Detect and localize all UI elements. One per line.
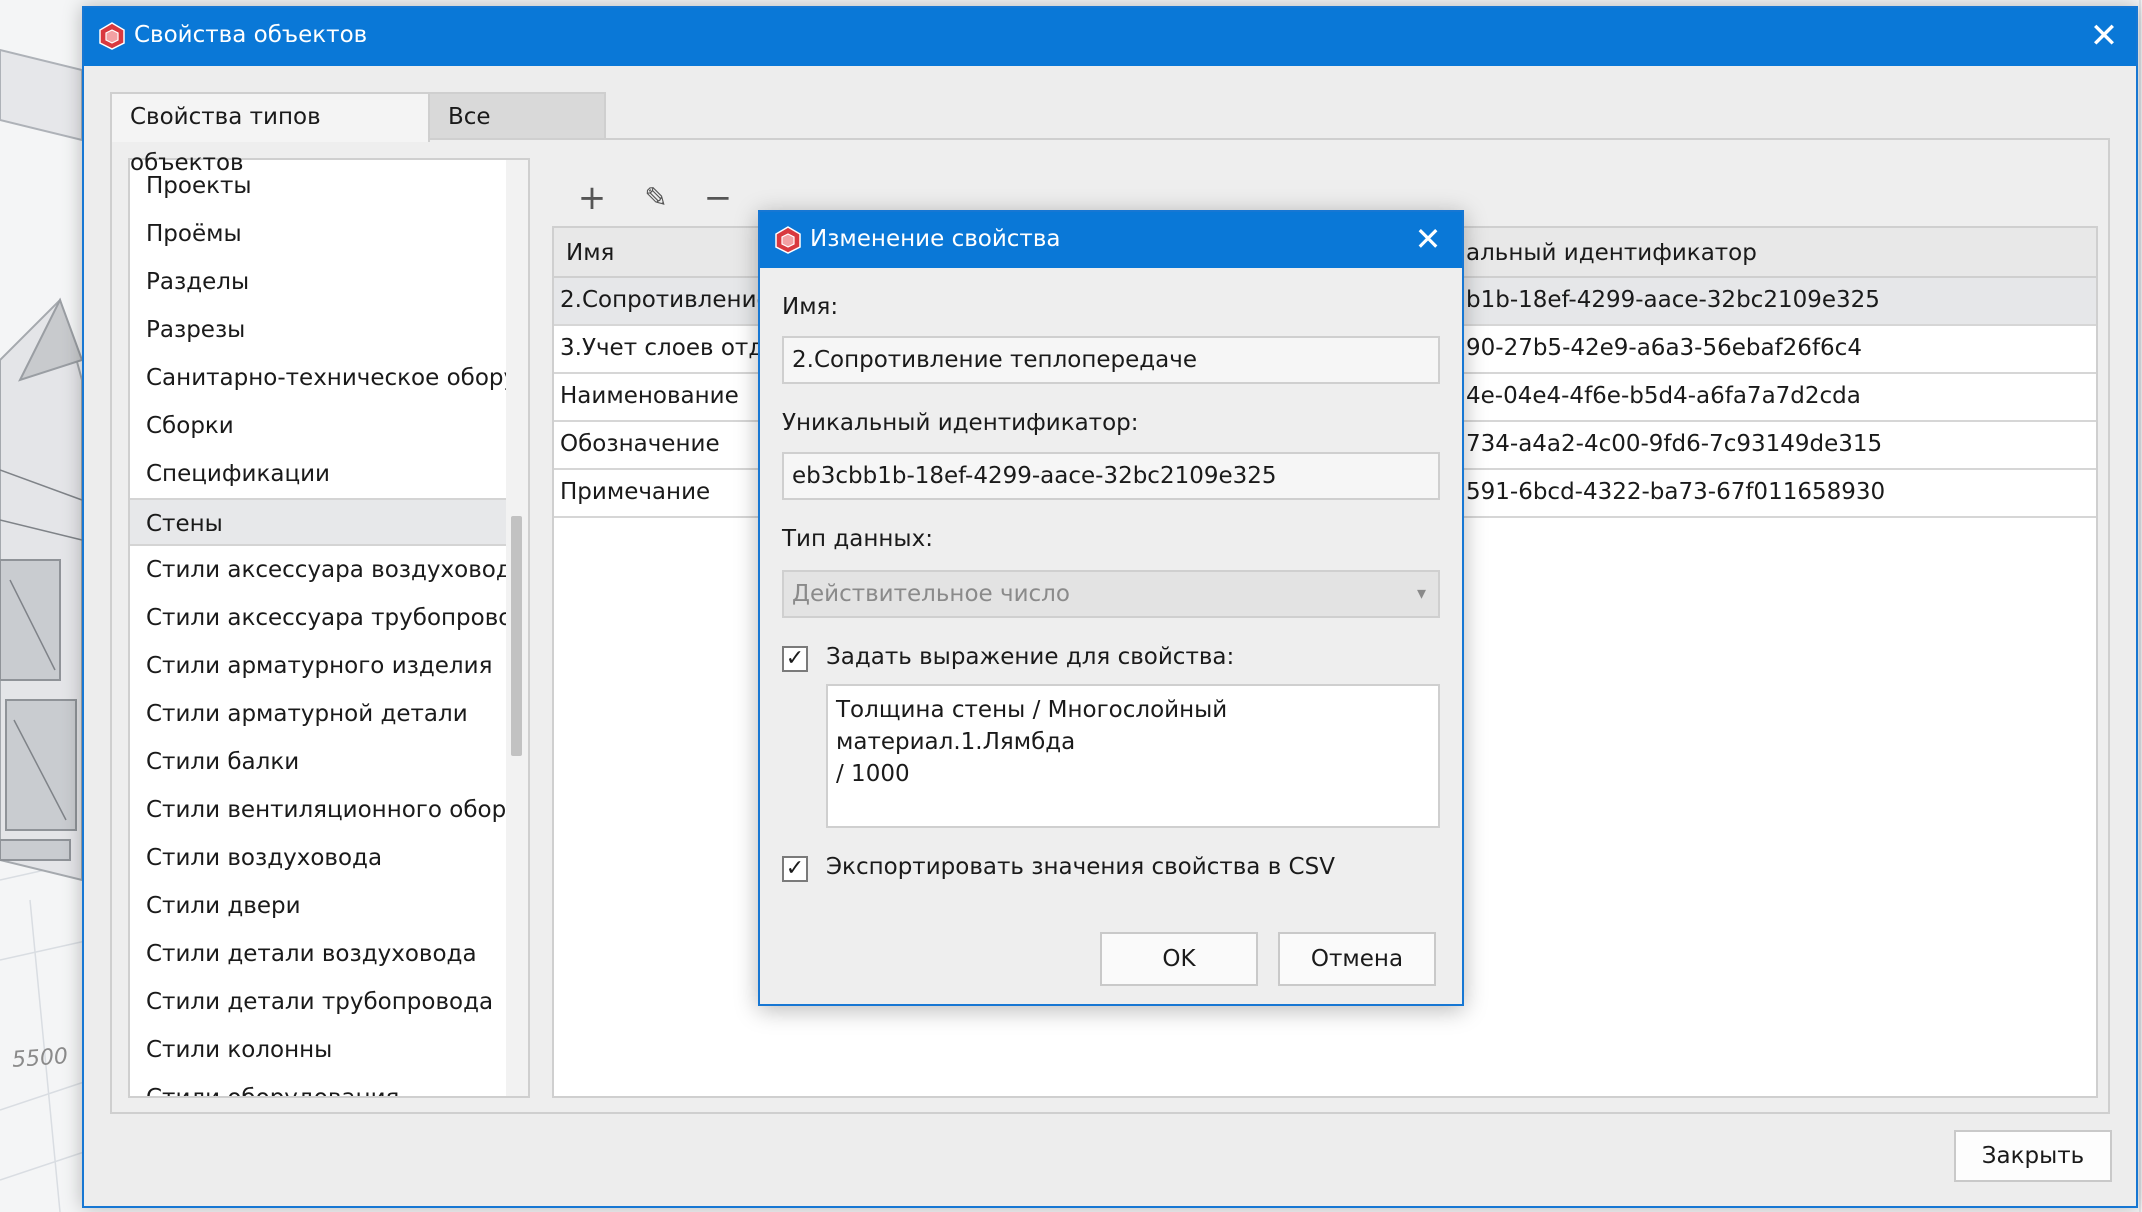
data-type-value: Действительное число — [792, 581, 1070, 607]
remove-property-icon[interactable]: − — [696, 176, 740, 220]
list-item[interactable]: Стили детали воздуховода — [130, 930, 506, 978]
dimension-label: 5500 — [11, 1044, 69, 1073]
column-header-id[interactable]: альный идентификатор — [1466, 240, 1757, 266]
ok-button[interactable]: OK — [1100, 932, 1258, 986]
list-item[interactable]: Разрезы — [130, 306, 506, 354]
list-item[interactable]: Стили воздуховода — [130, 834, 506, 882]
edit-property-icon[interactable]: ✎ — [634, 176, 678, 220]
tab-all-properties[interactable]: Все свойства — [428, 92, 606, 176]
sort-ascending-icon: ˆ — [682, 226, 691, 243]
expression-textarea[interactable]: Толщина стены / Многослойный материал.1.… — [826, 684, 1440, 828]
data-type-select[interactable]: Действительное число ▾ — [782, 570, 1440, 618]
list-item[interactable]: Стили двери — [130, 882, 506, 930]
expression-checkbox-label: Задать выражение для свойства: — [826, 644, 1235, 670]
export-csv-checkbox[interactable]: ✓ — [782, 856, 808, 882]
cell-name: 2.Сопротивление т — [560, 287, 792, 313]
app-logo-icon — [775, 226, 801, 254]
name-field[interactable]: 2.Сопротивление теплопередаче — [782, 336, 1440, 384]
cell-id: 591-6bcd-4322-ba73-67f011658930 — [1466, 479, 1886, 505]
list-item[interactable]: Спецификации — [130, 450, 506, 498]
export-csv-checkbox-label: Экспортировать значения свойства в CSV — [826, 854, 1335, 880]
list-item[interactable]: Стили балки — [130, 738, 506, 786]
data-type-label: Тип данных: — [782, 526, 933, 552]
cell-id: b1b-18ef-4299-aace-32bc2109e325 — [1466, 287, 1880, 313]
close-icon[interactable]: ✕ — [1402, 212, 1454, 268]
list-item[interactable]: Разделы — [130, 258, 506, 306]
list-item[interactable]: Стили оборудования — [130, 1074, 506, 1096]
list-item[interactable]: Проёмы — [130, 210, 506, 258]
list-item[interactable]: Стили вентиляционного оборудования — [130, 786, 506, 834]
main-window-title: Свойства объектов — [134, 22, 368, 48]
app-logo-icon — [99, 22, 125, 50]
name-label: Имя: — [782, 294, 839, 320]
cell-name: Обозначение — [560, 431, 720, 457]
tab-object-type-properties[interactable]: Свойства типов объектов — [110, 92, 430, 176]
list-item[interactable]: Стили арматурного изделия — [130, 642, 506, 690]
edit-property-dialog: Изменение свойства ✕ Имя: 2.Сопротивлени… — [758, 210, 1464, 1006]
column-header-name[interactable]: Имя — [566, 240, 614, 266]
chevron-down-icon: ▾ — [1416, 583, 1426, 604]
cell-id: 4e-04e4-4f6e-b5d4-a6fa7a7d2cda — [1466, 383, 1861, 409]
object-type-list: Проекты Проёмы Разделы Разрезы Санитарно… — [128, 158, 530, 1098]
dialog-titlebar: Изменение свойства ✕ — [760, 212, 1462, 268]
list-item[interactable]: Стили аксессуара воздуховода — [130, 546, 506, 594]
cell-name: Наименование — [560, 383, 739, 409]
id-field[interactable]: eb3cbb1b-18ef-4299-aace-32bc2109e325 — [782, 452, 1440, 500]
add-property-icon[interactable]: + — [570, 176, 614, 220]
close-button[interactable]: Закрыть — [1954, 1130, 2112, 1182]
list-item[interactable]: Санитарно-техническое оборудование — [130, 354, 506, 402]
cell-id: 734-a4a2-4c00-9fd6-7c93149de315 — [1466, 431, 1883, 457]
main-titlebar: Свойства объектов ✕ — [84, 8, 2136, 66]
list-item[interactable]: Стили аксессуара трубопровода — [130, 594, 506, 642]
dialog-title: Изменение свойства — [810, 226, 1061, 252]
list-item[interactable]: Стили детали трубопровода — [130, 978, 506, 1026]
cell-name: Примечание — [560, 479, 711, 505]
list-item-selected[interactable]: Стены — [130, 498, 506, 546]
close-icon[interactable]: ✕ — [2072, 8, 2136, 66]
cell-id: 90-27b5-42e9-a6a3-56ebaf26f6c4 — [1466, 335, 1862, 361]
list-item[interactable]: Стили колонны — [130, 1026, 506, 1074]
list-item[interactable]: Сборки — [130, 402, 506, 450]
cancel-button[interactable]: Отмена — [1278, 932, 1436, 986]
scrollbar-thumb[interactable] — [511, 516, 522, 756]
expression-checkbox[interactable]: ✓ — [782, 646, 808, 672]
list-scrollbar[interactable] — [506, 160, 528, 1096]
id-label: Уникальный идентификатор: — [782, 410, 1139, 436]
list-item[interactable]: Стили арматурной детали — [130, 690, 506, 738]
